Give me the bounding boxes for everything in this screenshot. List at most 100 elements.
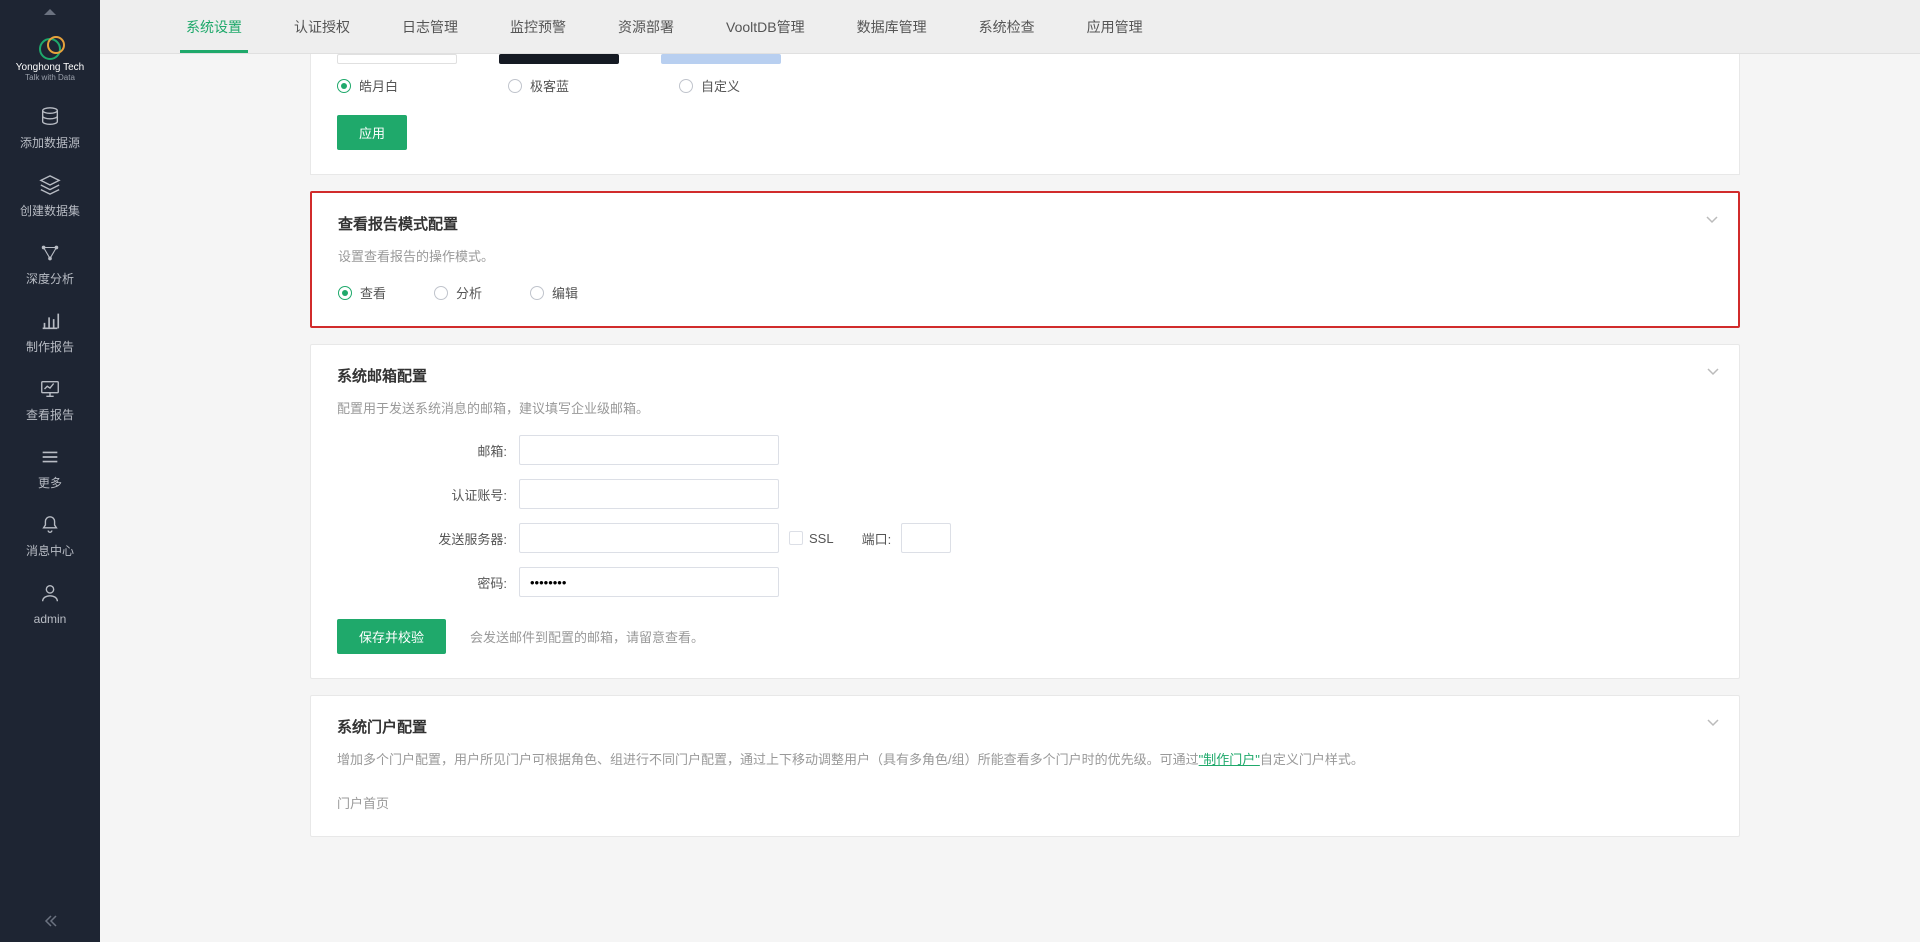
tab-label: 日志管理 bbox=[402, 17, 458, 37]
label-account: 认证账号: bbox=[337, 485, 519, 504]
nodes-icon bbox=[39, 242, 61, 264]
sidebar-item-label: 添加数据源 bbox=[20, 136, 80, 150]
panel-portal: 系统门户配置 增加多个门户配置，用户所见门户可根据角色、组进行不同门户配置，通过… bbox=[310, 695, 1740, 837]
radio-label: 自定义 bbox=[701, 76, 740, 95]
mode-option-analyze[interactable]: 分析 bbox=[434, 283, 482, 302]
tab-label: 系统设置 bbox=[186, 17, 242, 37]
radio-icon bbox=[679, 79, 693, 93]
portal-home-label: 门户首页 bbox=[337, 793, 1713, 812]
panel-theme: 皓月白 极客蓝 自定义 应用 bbox=[310, 54, 1740, 175]
panel-title: 系统邮箱配置 bbox=[337, 365, 1713, 386]
bar-chart-icon bbox=[39, 310, 61, 332]
panel-collapse-toggle[interactable] bbox=[1707, 363, 1719, 381]
label-port: 端口: bbox=[862, 529, 892, 548]
tab-label: 监控预警 bbox=[510, 17, 566, 37]
sidebar-item-label: 制作报告 bbox=[26, 340, 74, 354]
tab-label: 系统检查 bbox=[979, 17, 1035, 37]
label-smtp: 发送服务器: bbox=[337, 529, 519, 548]
tab-label: 资源部署 bbox=[618, 17, 674, 37]
apply-theme-button[interactable]: 应用 bbox=[337, 115, 407, 150]
radio-icon bbox=[508, 79, 522, 93]
panel-desc: 配置用于发送系统消息的邮箱，建议填写企业级邮箱。 bbox=[337, 398, 1713, 417]
tab-auth[interactable]: 认证授权 bbox=[268, 0, 376, 53]
panel-title: 查看报告模式配置 bbox=[338, 213, 1712, 234]
sidebar-item-label: 深度分析 bbox=[26, 272, 74, 286]
checkbox-ssl[interactable] bbox=[789, 531, 803, 545]
input-port[interactable] bbox=[901, 523, 951, 553]
tab-label: VooltDB管理 bbox=[726, 17, 805, 37]
theme-swatch-white[interactable] bbox=[337, 54, 457, 64]
input-account[interactable] bbox=[519, 479, 779, 509]
mode-option-edit[interactable]: 编辑 bbox=[530, 283, 578, 302]
tabs: 系统设置 认证授权 日志管理 监控预警 资源部署 VooltDB管理 数据库管理… bbox=[100, 0, 1920, 54]
input-password[interactable] bbox=[519, 567, 779, 597]
radio-label: 极客蓝 bbox=[530, 76, 569, 95]
mode-option-view[interactable]: 查看 bbox=[338, 283, 386, 302]
input-smtp[interactable] bbox=[519, 523, 779, 553]
radio-label: 分析 bbox=[456, 283, 482, 302]
panel-view-mode: 查看报告模式配置 设置查看报告的操作模式。 查看 分析 编辑 bbox=[310, 191, 1740, 328]
sidebar-item-datasource[interactable]: 添加数据源 bbox=[0, 96, 100, 164]
menu-icon bbox=[39, 446, 61, 468]
sidebar-item-label: admin bbox=[34, 612, 67, 626]
tab-label: 数据库管理 bbox=[857, 17, 927, 37]
sidebar-item-view-report[interactable]: 查看报告 bbox=[0, 368, 100, 436]
sidebar-item-label: 更多 bbox=[38, 476, 62, 490]
portal-desc-post: 自定义门户样式。 bbox=[1260, 752, 1364, 767]
sidebar-item-user[interactable]: admin bbox=[0, 572, 100, 640]
sidebar-item-label: 查看报告 bbox=[26, 408, 74, 422]
tab-logs[interactable]: 日志管理 bbox=[376, 0, 484, 53]
theme-swatch-blue[interactable] bbox=[661, 54, 781, 64]
input-mailbox[interactable] bbox=[519, 435, 779, 465]
sidebar-item-messages[interactable]: 消息中心 bbox=[0, 504, 100, 572]
monitor-icon bbox=[39, 378, 61, 400]
sidebar-item-label: 创建数据集 bbox=[20, 204, 80, 218]
radio-label: 查看 bbox=[360, 283, 386, 302]
content: 皓月白 极客蓝 自定义 应用 查看报告模式配置 设置查看报告的操作模式。 查看 … bbox=[100, 54, 1920, 942]
sidebar-collapse-toggle[interactable] bbox=[0, 904, 100, 942]
tab-vooltdb[interactable]: VooltDB管理 bbox=[700, 0, 831, 53]
radio-label: 编辑 bbox=[552, 283, 578, 302]
portal-make-link[interactable]: "制作门户" bbox=[1199, 752, 1260, 767]
label-password: 密码: bbox=[337, 573, 519, 592]
radio-icon bbox=[337, 79, 351, 93]
tab-database[interactable]: 数据库管理 bbox=[831, 0, 953, 53]
sidebar-item-more[interactable]: 更多 bbox=[0, 436, 100, 504]
tab-apps[interactable]: 应用管理 bbox=[1061, 0, 1169, 53]
save-validate-button[interactable]: 保存并校验 bbox=[337, 619, 446, 654]
panel-email: 系统邮箱配置 配置用于发送系统消息的邮箱，建议填写企业级邮箱。 邮箱: 认证账号… bbox=[310, 344, 1740, 679]
sidebar-item-dataset[interactable]: 创建数据集 bbox=[0, 164, 100, 232]
tab-resource[interactable]: 资源部署 bbox=[592, 0, 700, 53]
radio-icon bbox=[338, 286, 352, 300]
sidebar-item-create-report[interactable]: 制作报告 bbox=[0, 300, 100, 368]
theme-option-custom[interactable]: 自定义 bbox=[679, 76, 740, 95]
portal-desc: 增加多个门户配置，用户所见门户可根据角色、组进行不同门户配置，通过上下移动调整用… bbox=[337, 749, 1713, 771]
label-ssl: SSL bbox=[809, 531, 834, 546]
bell-icon bbox=[39, 514, 61, 536]
tab-syscheck[interactable]: 系统检查 bbox=[953, 0, 1061, 53]
user-icon bbox=[39, 582, 61, 604]
sidebar: Yonghong Tech Talk with Data 添加数据源 创建数据集… bbox=[0, 0, 100, 942]
main: 系统设置 认证授权 日志管理 监控预警 资源部署 VooltDB管理 数据库管理… bbox=[100, 0, 1920, 942]
theme-option-white[interactable]: 皓月白 bbox=[337, 76, 398, 95]
sidebar-item-label: 消息中心 bbox=[26, 544, 74, 558]
logo: Yonghong Tech Talk with Data bbox=[0, 26, 100, 96]
panel-title: 系统门户配置 bbox=[337, 716, 1713, 737]
panel-desc: 设置查看报告的操作模式。 bbox=[338, 246, 1712, 265]
radio-icon bbox=[434, 286, 448, 300]
radio-label: 皓月白 bbox=[359, 76, 398, 95]
theme-swatch-dark[interactable] bbox=[499, 54, 619, 64]
database-icon bbox=[39, 106, 61, 128]
panel-collapse-toggle[interactable] bbox=[1706, 211, 1718, 229]
tab-system-settings[interactable]: 系统设置 bbox=[160, 0, 268, 53]
logo-icon bbox=[39, 36, 61, 58]
logo-sub: Talk with Data bbox=[0, 73, 100, 82]
logo-text: Yonghong Tech bbox=[0, 62, 100, 73]
theme-option-dark[interactable]: 极客蓝 bbox=[508, 76, 569, 95]
sidebar-collapse-up[interactable] bbox=[0, 0, 100, 26]
tab-label: 认证授权 bbox=[294, 17, 350, 37]
radio-icon bbox=[530, 286, 544, 300]
tab-monitor[interactable]: 监控预警 bbox=[484, 0, 592, 53]
panel-collapse-toggle[interactable] bbox=[1707, 714, 1719, 732]
sidebar-item-analysis[interactable]: 深度分析 bbox=[0, 232, 100, 300]
